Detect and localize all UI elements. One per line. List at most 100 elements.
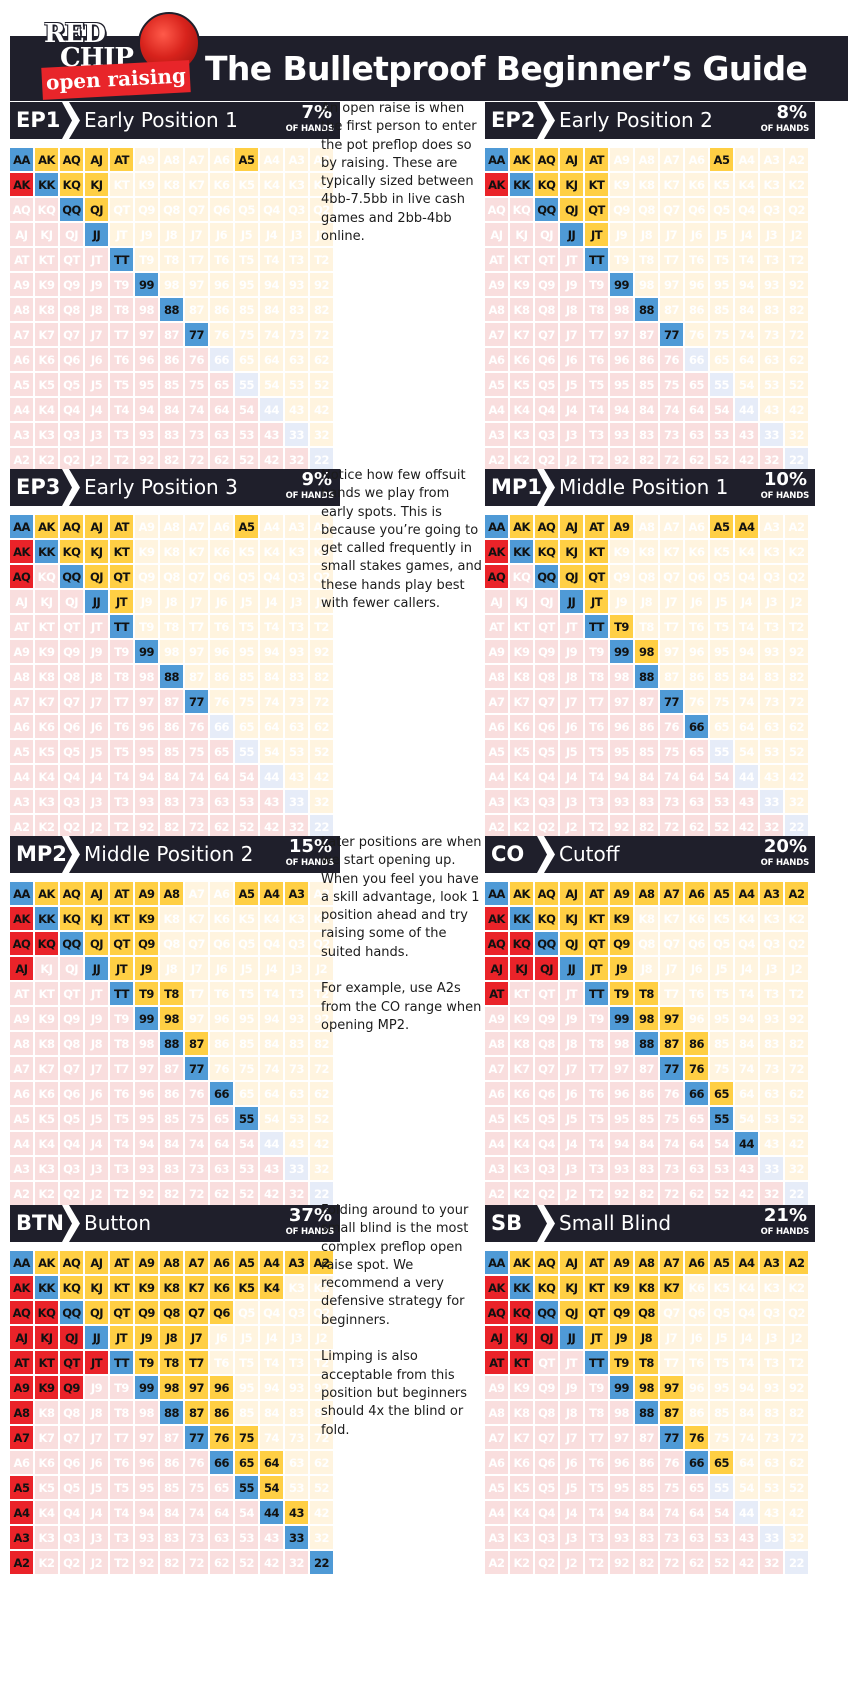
hand-cell-85o: 85 — [160, 1107, 183, 1130]
hand-cell-q3o: Q3 — [535, 1157, 558, 1180]
hand-cell-tt: TT — [110, 248, 133, 271]
hand-cell-k7s: K7 — [185, 1276, 208, 1299]
hand-cell-j5s: J5 — [235, 957, 258, 980]
hand-cell-k4s: K4 — [735, 907, 758, 930]
hand-cell-92s: 92 — [310, 640, 333, 663]
hand-cell-qto: QT — [60, 982, 83, 1005]
hand-cell-a3s: A3 — [285, 1251, 308, 1274]
hand-cell-a4o: A4 — [10, 765, 33, 788]
hand-cell-kqs: KQ — [535, 907, 558, 930]
hand-cell-ato: AT — [10, 982, 33, 1005]
hand-cell-j2s: J2 — [785, 1326, 808, 1349]
hand-cell-k6s: K6 — [210, 173, 233, 196]
hand-cell-a4s: A4 — [260, 1251, 283, 1274]
hand-cell-32s: 32 — [785, 1526, 808, 1549]
hand-cell-62s: 62 — [310, 1082, 333, 1105]
hand-cell-a8o: A8 — [485, 298, 508, 321]
hand-cell-84o: 84 — [160, 398, 183, 421]
hand-cell-q4o: Q4 — [535, 1132, 558, 1155]
hand-cell-aks: AK — [35, 148, 58, 171]
hand-cell-j8o: J8 — [560, 1401, 583, 1424]
hand-cell-k3s: K3 — [285, 173, 308, 196]
hand-cell-87o: 87 — [160, 1426, 183, 1449]
hand-cell-63s: 63 — [760, 715, 783, 738]
hand-cell-q7o: Q7 — [60, 1057, 83, 1080]
hand-cell-75s: 75 — [235, 323, 258, 346]
hand-cell-65s: 65 — [710, 348, 733, 371]
hand-cell-k4o: K4 — [35, 398, 58, 421]
hand-cell-q3o: Q3 — [60, 1157, 83, 1180]
hand-cell-52o: 52 — [235, 815, 258, 838]
hand-cell-92o: 92 — [135, 1551, 158, 1574]
position-code: MP2 — [16, 842, 67, 866]
hand-cell-73s: 73 — [760, 1057, 783, 1080]
hand-cell-65o: 65 — [210, 1107, 233, 1130]
hand-cell-ajo: AJ — [10, 1326, 33, 1349]
hand-cell-a3s: A3 — [760, 148, 783, 171]
hand-cell-ato: AT — [10, 615, 33, 638]
hand-cell-j2o: J2 — [85, 1551, 108, 1574]
hand-cell-94o: 94 — [135, 765, 158, 788]
hand-cell-a5s: A5 — [710, 882, 733, 905]
hand-cell-q3o: Q3 — [60, 790, 83, 813]
hand-cell-85o: 85 — [635, 373, 658, 396]
hand-cell-j5o: J5 — [560, 1107, 583, 1130]
hand-cell-98s: 98 — [160, 1376, 183, 1399]
hand-cell-74o: 74 — [660, 1501, 683, 1524]
hand-cell-q3s: Q3 — [285, 1301, 308, 1324]
hand-cell-63s: 63 — [285, 1082, 308, 1105]
hand-cell-j6s: J6 — [685, 957, 708, 980]
hand-cell-65s: 65 — [235, 348, 258, 371]
hand-cell-jts: JT — [110, 1326, 133, 1349]
hand-cell-q3s: Q3 — [285, 565, 308, 588]
position-code: CO — [491, 842, 525, 866]
hand-cell-k2s: K2 — [785, 173, 808, 196]
hand-cell-85s: 85 — [710, 1032, 733, 1055]
hand-cell-a9s: A9 — [610, 148, 633, 171]
hand-cell-t3o: T3 — [585, 1526, 608, 1549]
hand-cell-t2s: T2 — [785, 615, 808, 638]
hand-cell-q7s: Q7 — [660, 198, 683, 221]
hand-cell-aks: AK — [35, 882, 58, 905]
hand-range-grid: AA AK AQ AJ AT A9 A8 A7 A6 A5 A4 A3 A2 AK KK KQ KJ KT K9 K8… — [485, 882, 815, 1205]
hand-cell-j5o: J5 — [560, 1476, 583, 1499]
hand-cell-a2s: A2 — [785, 515, 808, 538]
hand-cell-86o: 86 — [160, 348, 183, 371]
hand-cell-32o: 32 — [760, 1551, 783, 1574]
note-later-positions: Later positions are when we start openin… — [321, 835, 482, 1033]
hand-cell-88: 88 — [160, 1032, 183, 1055]
hand-cell-kto: KT — [510, 982, 533, 1005]
hand-cell-44: 44 — [260, 1132, 283, 1155]
hand-cell-t2o: T2 — [585, 1182, 608, 1205]
hand-cell-83s: 83 — [760, 665, 783, 688]
hand-cell-jts: JT — [585, 957, 608, 980]
hand-cell-kts: KT — [110, 907, 133, 930]
hand-cell-ato: AT — [10, 248, 33, 271]
hand-cell-k5s: K5 — [710, 540, 733, 563]
hand-cell-q8o: Q8 — [535, 298, 558, 321]
hand-cell-qjs: QJ — [85, 1301, 108, 1324]
hand-cell-75o: 75 — [660, 1476, 683, 1499]
hand-cell-94o: 94 — [610, 1501, 633, 1524]
hand-cell-65o: 65 — [210, 373, 233, 396]
hand-cell-ajo: AJ — [485, 1326, 508, 1349]
hand-cell-92s: 92 — [310, 273, 333, 296]
hand-cell-t3o: T3 — [110, 790, 133, 813]
hand-cell-72o: 72 — [660, 448, 683, 471]
hand-cell-k8o: K8 — [510, 1032, 533, 1055]
hand-cell-a5s: A5 — [235, 515, 258, 538]
hand-cell-a6o: A6 — [485, 715, 508, 738]
hand-cell-jj: JJ — [560, 590, 583, 613]
hand-cell-q2s: Q2 — [785, 198, 808, 221]
hand-cell-t6o: T6 — [585, 715, 608, 738]
hand-cell-kqs: KQ — [60, 1276, 83, 1299]
hand-cell-97o: 97 — [610, 1426, 633, 1449]
hand-cell-q7s: Q7 — [660, 1301, 683, 1324]
hand-cell-k8o: K8 — [510, 298, 533, 321]
hand-cell-ajo: AJ — [10, 223, 33, 246]
hand-cell-a4s: A4 — [735, 1251, 758, 1274]
hand-cell-jts: JT — [585, 1326, 608, 1349]
hand-cell-qjs: QJ — [560, 932, 583, 955]
hand-cell-k5o: K5 — [35, 740, 58, 763]
hand-cell-93s: 93 — [760, 1007, 783, 1030]
